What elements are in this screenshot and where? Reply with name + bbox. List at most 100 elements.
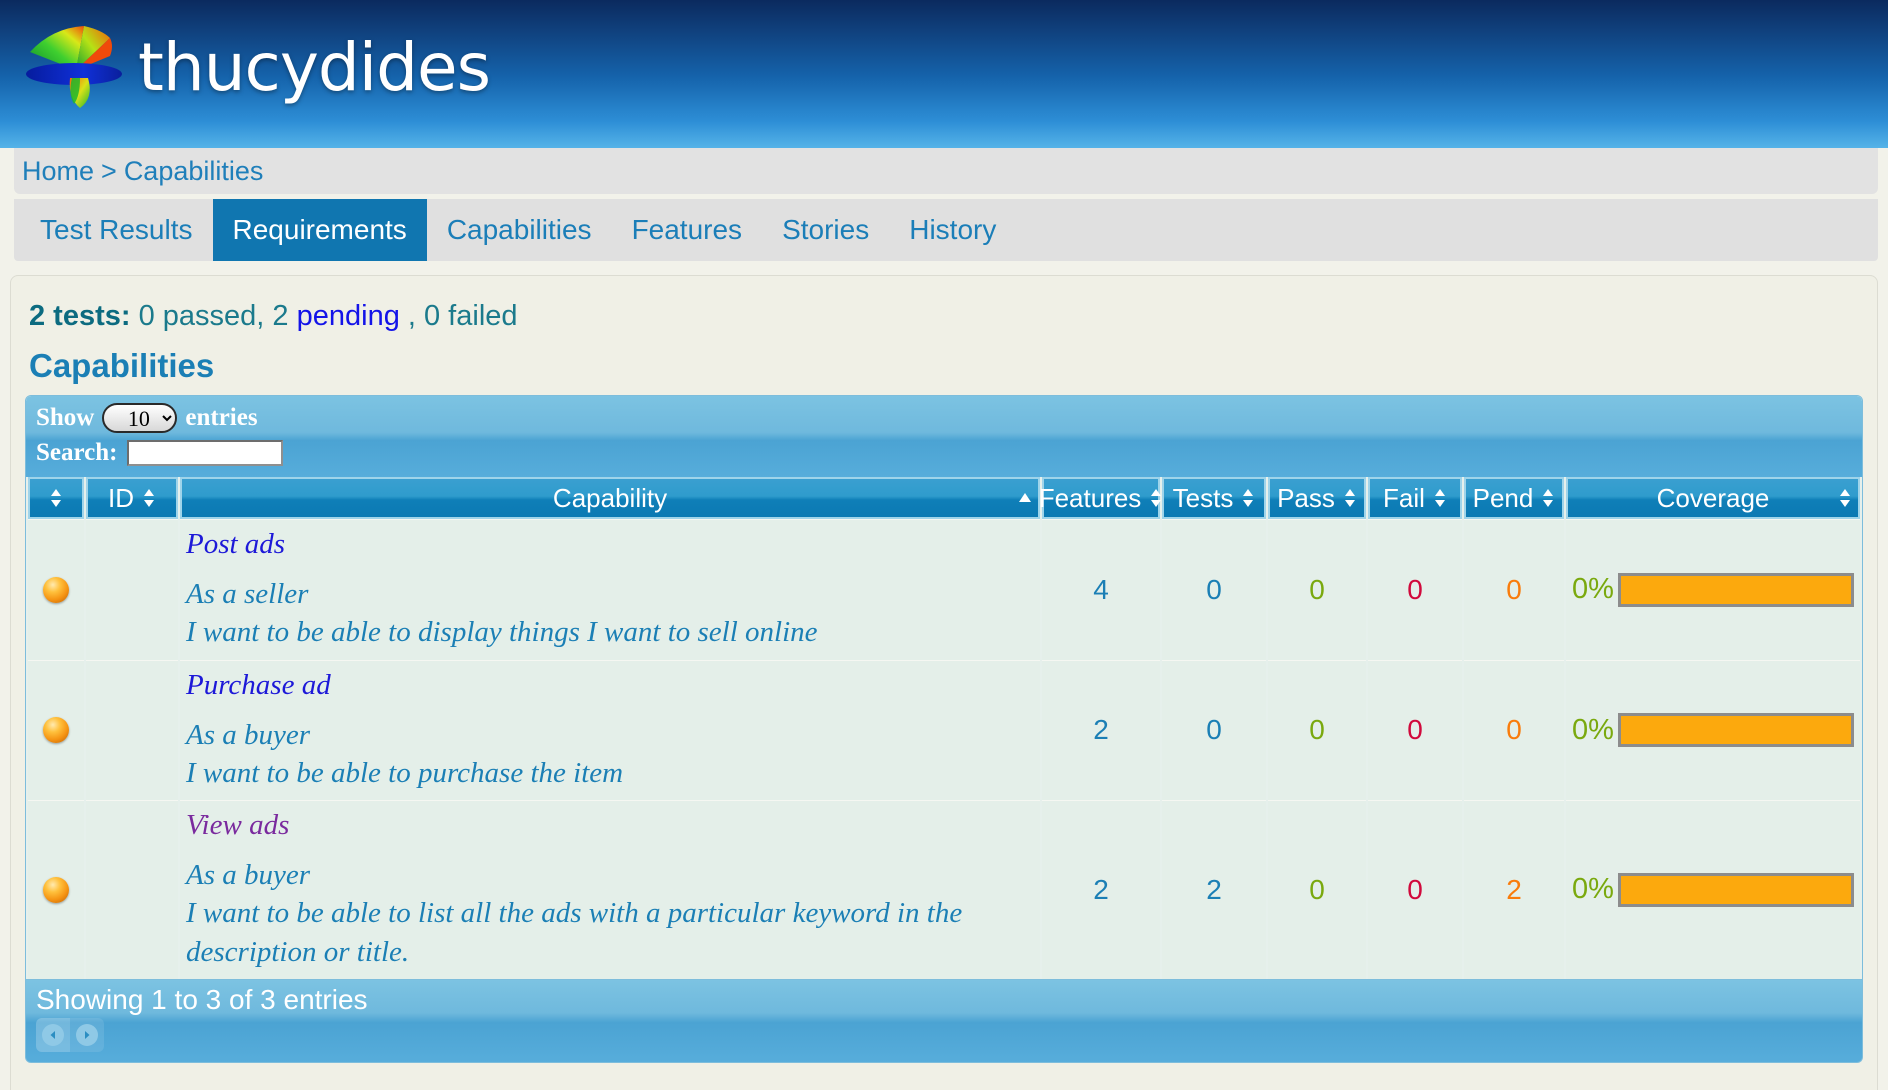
row-tests: 0 — [1162, 519, 1266, 660]
row-coverage-cell: 0% — [1566, 800, 1860, 979]
col-header-status[interactable] — [28, 477, 84, 519]
sort-both-icon — [1434, 489, 1445, 507]
arrow-left-icon — [42, 1023, 64, 1046]
coverage-percent: 0% — [1572, 573, 1614, 606]
sort-both-icon — [144, 489, 154, 507]
search-input[interactable] — [127, 440, 284, 466]
pending-sphere-icon — [43, 576, 69, 603]
capabilities-datatable: Show 10 25 50 100 entries Search: — [25, 395, 1863, 980]
narrative-role: As a buyer — [186, 859, 311, 892]
previous-page-button[interactable] — [36, 1017, 70, 1052]
row-status-cell — [28, 800, 84, 979]
pagination-controls — [36, 1017, 104, 1052]
capabilities-table: ID Capability Features Tests Pass Fail P… — [26, 477, 1862, 979]
tab-requirements[interactable]: Requirements — [212, 199, 427, 261]
row-pass: 0 — [1268, 519, 1366, 660]
col-header-capability-label: Capability — [552, 482, 668, 513]
capability-link[interactable]: Post ads — [186, 528, 1034, 561]
tab-test-results[interactable]: Test Results — [20, 199, 213, 261]
capability-narrative: As a seller I want to be able to display… — [186, 575, 1034, 652]
capability-link[interactable]: View ads — [186, 809, 1034, 842]
row-capability-cell: View ads As a buyer I want to be able to… — [180, 800, 1040, 979]
narrative-role: As a buyer — [186, 718, 311, 751]
narrative-goal: I want to be able to purchase the item — [186, 756, 624, 789]
tab-capabilities[interactable]: Capabilities — [427, 199, 612, 261]
col-header-coverage[interactable]: Coverage — [1566, 477, 1860, 519]
table-body: Post ads As a seller I want to be able t… — [28, 519, 1860, 979]
row-pass: 0 — [1268, 659, 1366, 801]
row-pass: 0 — [1268, 800, 1366, 979]
row-pend: 2 — [1464, 800, 1564, 979]
coverage-bar-fill — [1620, 716, 1851, 745]
pagination-info: Showing 1 to 3 of 3 entries — [36, 983, 368, 1015]
arrow-right-icon — [76, 1023, 98, 1046]
sort-both-icon — [51, 489, 61, 507]
coverage-bar — [1617, 572, 1854, 607]
summary-passed: 0 passed, 2 — [130, 300, 297, 332]
col-header-pass[interactable]: Pass — [1268, 477, 1366, 519]
pending-sphere-icon — [43, 717, 69, 744]
capability-narrative: As a buyer I want to be able to list all… — [186, 856, 1034, 971]
narrative-role: As a seller — [186, 578, 309, 610]
row-capability-cell: Purchase ad As a buyer I want to be able… — [180, 659, 1040, 801]
brand-logo[interactable]: thucydides — [14, 12, 491, 122]
row-capability-cell: Post ads As a seller I want to be able t… — [180, 519, 1040, 660]
table-row[interactable]: View ads As a buyer I want to be able to… — [28, 800, 1860, 979]
sort-both-icon — [1543, 489, 1554, 507]
narrative-goal: I want to be able to display things I wa… — [186, 616, 818, 649]
col-header-id[interactable]: ID — [86, 477, 178, 519]
thucydides-fan-logo-icon — [26, 26, 122, 108]
breadcrumb: Home > Capabilities — [14, 148, 1878, 194]
col-header-capability[interactable]: Capability — [180, 477, 1040, 519]
row-pend: 0 — [1464, 659, 1564, 801]
next-page-button[interactable] — [70, 1017, 104, 1052]
row-fail: 0 — [1368, 800, 1462, 979]
narrative-goal: I want to be able to list all the ads wi… — [186, 897, 963, 968]
col-header-pend-label: Pend — [1472, 482, 1534, 513]
table-row[interactable]: Post ads As a seller I want to be able t… — [28, 519, 1860, 660]
coverage-bar-fill — [1620, 575, 1851, 604]
pending-sphere-icon — [43, 876, 69, 903]
brand-name: thucydides — [138, 28, 491, 106]
row-status-cell — [28, 519, 84, 660]
capability-narrative: As a buyer I want to be able to purchase… — [186, 716, 1034, 793]
coverage-bar-fill — [1620, 875, 1851, 904]
table-row[interactable]: Purchase ad As a buyer I want to be able… — [28, 659, 1860, 801]
row-features: 2 — [1042, 659, 1160, 801]
col-header-coverage-label: Coverage — [1656, 482, 1770, 513]
datatable-footer: Showing 1 to 3 of 3 entries — [25, 979, 1863, 1063]
row-fail: 0 — [1368, 659, 1462, 801]
sort-both-icon — [1840, 489, 1851, 507]
row-tests: 0 — [1162, 659, 1266, 801]
page-title: Capabilities — [29, 347, 215, 384]
row-features: 4 — [1042, 519, 1160, 660]
col-header-features[interactable]: Features — [1039, 477, 1162, 519]
capability-link[interactable]: Purchase ad — [186, 669, 1034, 702]
row-coverage-cell: 0% — [1566, 659, 1860, 801]
sort-ascending-icon — [1019, 493, 1032, 502]
entries-per-page-select[interactable]: 10 25 50 100 — [102, 403, 178, 433]
row-features: 2 — [1042, 800, 1160, 979]
tab-stories[interactable]: Stories — [762, 199, 889, 261]
row-coverage-cell: 0% — [1566, 519, 1860, 660]
summary-pending: pending — [296, 300, 400, 332]
col-header-pass-label: Pass — [1277, 482, 1335, 513]
breadcrumb-current[interactable]: Capabilities — [124, 156, 264, 187]
entries-label: entries — [185, 404, 258, 431]
breadcrumb-home-link[interactable]: Home — [22, 156, 94, 187]
row-pend: 0 — [1464, 519, 1564, 660]
coverage-bar — [1617, 872, 1854, 907]
table-header-row: ID Capability Features Tests Pass Fail P… — [28, 477, 1860, 519]
col-header-fail-label: Fail — [1383, 482, 1425, 513]
col-header-fail[interactable]: Fail — [1368, 477, 1462, 519]
tab-features[interactable]: Features — [612, 199, 763, 261]
row-id — [86, 800, 178, 979]
col-header-tests[interactable]: Tests — [1162, 477, 1266, 519]
test-summary: 2 tests: 0 passed, 2 pending , 0 failed — [29, 300, 1867, 333]
tab-history[interactable]: History — [889, 199, 1016, 261]
sort-both-icon — [1344, 489, 1355, 507]
col-header-pend[interactable]: Pend — [1464, 477, 1564, 519]
row-fail: 0 — [1368, 519, 1462, 660]
search-label: Search: — [36, 439, 118, 466]
coverage-percent: 0% — [1572, 873, 1614, 906]
